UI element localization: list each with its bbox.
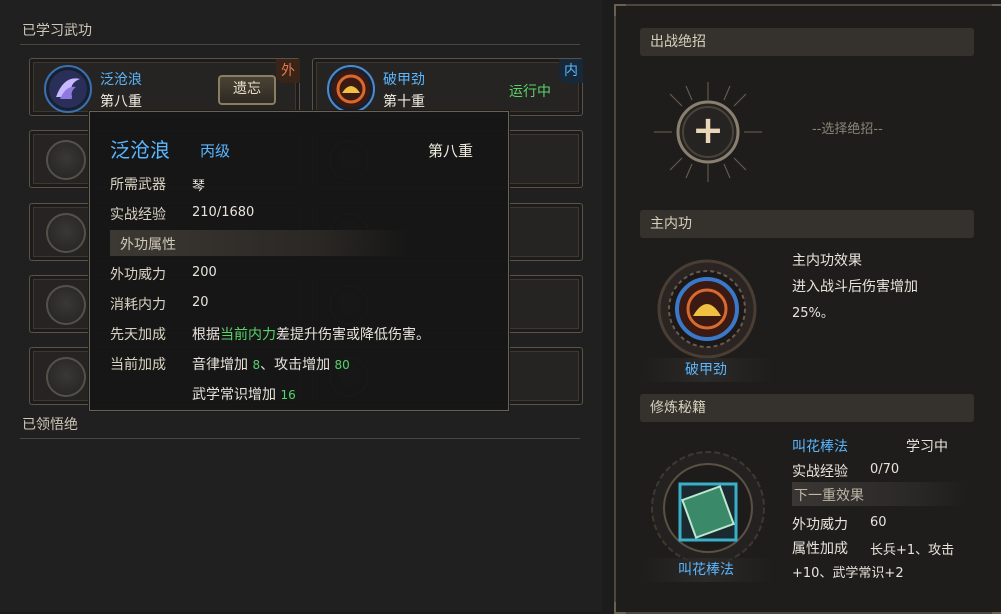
inner-skill-badge: 内	[559, 59, 583, 83]
book-status: 学习中	[906, 439, 948, 455]
skill-tooltip: 泛沧浪 丙级 第八重 所需武器 琴 实战经验 210/1680 外功属性 外功威…	[89, 111, 509, 411]
current-bonus-line2: 武学常识增加 16	[192, 384, 296, 404]
next-level-subheader: 下一重效果	[792, 482, 968, 506]
empty-slot-icon	[46, 213, 86, 253]
power-label: 外功威力	[110, 267, 166, 283]
bonus-attack: 、攻击增加	[260, 357, 331, 373]
book-exp-value: 0/70	[870, 462, 900, 477]
innate-highlight: 当前内力	[220, 327, 276, 343]
frame-corner	[992, 4, 1001, 16]
battle-move-header: 出战绝招	[640, 28, 974, 56]
outer-skill-badge: 外	[276, 59, 300, 83]
main-inner-name: 破甲劲	[640, 358, 772, 382]
learned-skills-title: 已学习武功	[22, 23, 92, 39]
empty-slot-icon	[46, 357, 86, 397]
book-power-value: 60	[870, 515, 887, 530]
skill-name: 泛沧浪	[100, 72, 142, 88]
frame-corner	[614, 602, 626, 614]
power-value: 200	[192, 265, 217, 280]
exp-value: 210/1680	[192, 205, 255, 220]
tooltip-grade: 丙级	[200, 142, 231, 160]
book-emblem[interactable]	[644, 446, 772, 570]
weapon-label: 所需武器	[110, 177, 166, 193]
main-inner-emblem[interactable]	[646, 258, 768, 360]
skill-level: 第八重	[100, 94, 142, 110]
frame-corner	[614, 4, 626, 16]
bonus-attack-val: 80	[334, 358, 350, 372]
emblem-frame-icon	[657, 259, 757, 359]
forget-button[interactable]: 遗忘	[218, 75, 276, 105]
book-attr-line2: +10、武学常识+2	[792, 566, 904, 581]
book-exp-label: 实战经验	[792, 464, 848, 480]
skill-name: 破甲劲	[383, 72, 425, 88]
bonus-knowledge-val: 16	[280, 388, 296, 402]
next-level-text: 下一重效果	[794, 488, 864, 504]
innate-bonus-label: 先天加成	[110, 327, 166, 343]
current-bonus-line1: 音律增加 8、攻击增加 80	[192, 354, 350, 374]
attribute-subheader: 外功属性	[110, 230, 410, 256]
skill-level: 第十重	[383, 94, 425, 110]
divider	[20, 438, 580, 439]
innate-post: 差提升伤害或降低伤害。	[276, 327, 430, 343]
comprehended-title: 已领悟绝	[22, 417, 78, 433]
book-attr-label: 属性加成	[792, 541, 848, 557]
bonus-knowledge: 武学常识增加	[192, 387, 276, 403]
book-power-label: 外功威力	[792, 517, 848, 533]
main-inner-header: 主内功	[640, 210, 974, 238]
weapon-value: 琴	[192, 179, 206, 194]
main-effect-line1: 进入战斗后伤害增加	[792, 279, 918, 295]
tooltip-level: 第八重	[428, 142, 474, 160]
cost-label: 消耗内力	[110, 297, 166, 313]
exp-label: 实战经验	[110, 207, 166, 223]
book-frame-icon	[651, 451, 765, 565]
bonus-music-val: 8	[252, 358, 261, 372]
skill-slot-2[interactable]: 破甲劲 第十重 运行中 内	[312, 58, 583, 116]
main-effect-title: 主内功效果	[792, 253, 862, 269]
book-name: 叫花棒法	[792, 439, 848, 455]
cultivation-book-header: 修炼秘籍	[640, 394, 974, 422]
running-status: 运行中	[509, 84, 551, 100]
skill-icon-armor-break	[327, 65, 375, 113]
attribute-subheader-text: 外功属性	[120, 237, 176, 253]
bonus-music: 音律增加	[192, 357, 248, 373]
innate-pre: 根据	[192, 327, 220, 343]
plus-icon: +	[692, 108, 724, 152]
tooltip-skill-name: 泛沧浪	[110, 138, 170, 162]
empty-slot-icon	[46, 140, 86, 180]
book-caption: 叫花棒法	[640, 558, 772, 582]
frame-corner	[992, 602, 1001, 614]
select-ultimate-hint: --选择绝招--	[812, 122, 883, 137]
divider	[20, 44, 580, 45]
book-attr-line1: 长兵+1、攻击	[870, 543, 955, 558]
right-panel: 出战绝招 + --选择绝招-- 主内功 破甲劲 主内功效果 进入战斗后伤害增加 …	[614, 4, 1001, 614]
empty-slot-icon	[46, 285, 86, 325]
current-bonus-label: 当前加成	[110, 357, 166, 373]
skill-icon-wave	[44, 65, 92, 113]
main-effect-line2: 25%。	[792, 306, 834, 321]
cost-value: 20	[192, 295, 209, 310]
innate-bonus-text: 根据当前内力差提升伤害或降低伤害。	[192, 324, 430, 344]
select-ultimate-slot[interactable]: +	[646, 82, 770, 182]
